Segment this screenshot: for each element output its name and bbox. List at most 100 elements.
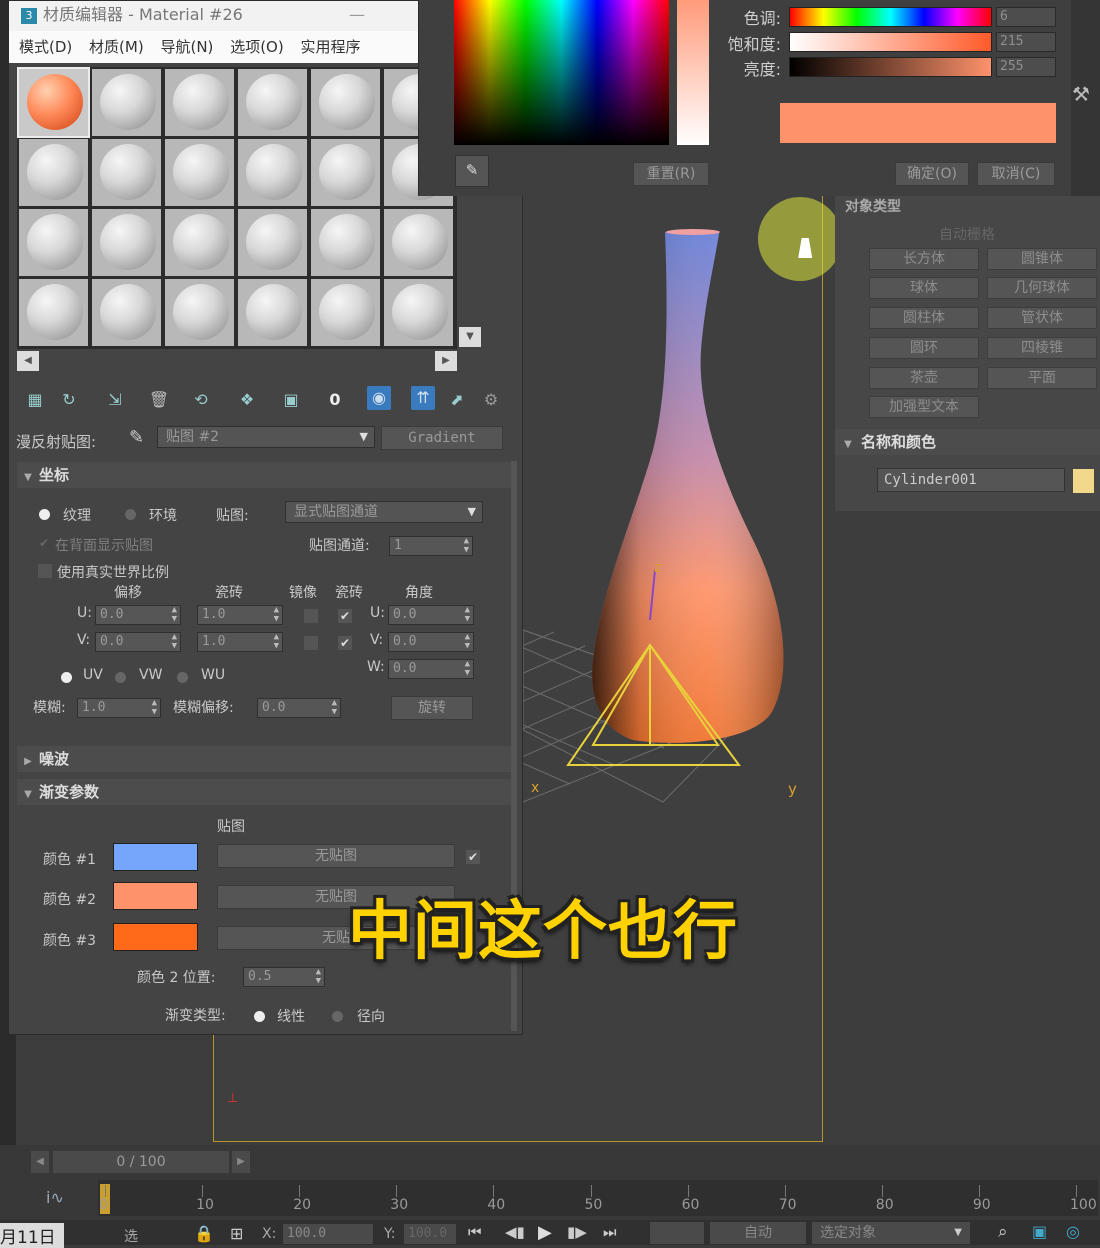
material-id-channel-icon[interactable]: 0 xyxy=(323,388,347,412)
material-sample-slot[interactable] xyxy=(238,139,307,206)
color2-position-spinner[interactable]: 0.5 ▲ ▼ xyxy=(243,967,325,987)
name-color-header[interactable]: ▼ 名称和颜色 xyxy=(835,429,1100,455)
v-tiling-spinner[interactable]: 1.0 ▲ ▼ xyxy=(197,632,283,652)
teapot-button[interactable]: 茶壶 xyxy=(869,367,979,389)
material-sample-slot[interactable] xyxy=(238,209,307,276)
set-key-button[interactable] xyxy=(650,1222,704,1244)
time-slider-next-button[interactable]: ▶ xyxy=(232,1151,250,1173)
assign-material-icon[interactable]: ⇲ xyxy=(103,388,127,412)
map-channel-spinner[interactable]: 1 ▲ ▼ xyxy=(389,536,473,556)
wrench-icon[interactable]: ⚒ xyxy=(1072,82,1090,106)
put-to-library-icon[interactable]: ▣ xyxy=(279,388,303,412)
menu-mode[interactable]: 模式(D) xyxy=(19,38,72,56)
material-sample-slot[interactable] xyxy=(384,209,453,276)
wu-radio[interactable] xyxy=(177,672,188,683)
time-slider[interactable]: 0 / 100 xyxy=(53,1151,229,1173)
eyedropper-icon[interactable]: ✎ xyxy=(129,427,144,448)
rotate-button[interactable]: 旋转 xyxy=(391,696,473,720)
sphere-button[interactable]: 球体 xyxy=(869,277,979,299)
value-spinner[interactable]: 255 xyxy=(996,57,1056,77)
copy-material-icon[interactable]: ⟲ xyxy=(189,388,213,412)
color3-swatch[interactable] xyxy=(113,923,198,951)
vw-radio[interactable] xyxy=(115,672,126,683)
key-filter-dropdown[interactable]: 选定对象 ▼ xyxy=(812,1222,970,1244)
selection-lock-icon[interactable]: 🔒 xyxy=(194,1224,214,1243)
blur-spinner[interactable]: 1.0 ▲ ▼ xyxy=(77,698,161,718)
material-sample-slot[interactable] xyxy=(92,69,161,136)
map-type-button[interactable]: Gradient xyxy=(381,426,503,450)
blur-offset-spinner[interactable]: 0.0 ▲ ▼ xyxy=(257,698,341,718)
curve-editor-icon[interactable]: ⅰ∿ xyxy=(46,1188,64,1207)
minimize-button[interactable]: — xyxy=(349,1,365,29)
u-mirror-checkbox[interactable] xyxy=(303,608,319,624)
material-sample-slot[interactable] xyxy=(311,209,380,276)
material-sample-slot[interactable] xyxy=(384,279,453,346)
color1-map-button[interactable]: 无贴图 xyxy=(217,844,455,868)
geosphere-button[interactable]: 几何球体 xyxy=(987,277,1097,299)
make-unique-material-icon[interactable]: ❖ xyxy=(235,388,259,412)
go-forward-sibling-icon[interactable]: ⚙ xyxy=(479,388,503,412)
color1-swatch[interactable] xyxy=(113,843,198,871)
auto-key-button[interactable]: 自动 xyxy=(710,1222,806,1244)
v-angle-spinner[interactable]: 0.0 ▲ ▼ xyxy=(388,632,474,652)
u-tile-checkbox[interactable]: ✔ xyxy=(337,608,353,624)
color1-map-checkbox[interactable]: ✔ xyxy=(465,849,481,865)
put-to-scene-icon[interactable]: ↻ xyxy=(57,388,81,412)
material-sample-slot[interactable] xyxy=(165,69,234,136)
eyedropper-button[interactable]: ✎ xyxy=(455,155,489,187)
show-shaded-map-icon[interactable]: ◉ xyxy=(367,386,391,410)
next-frame-icon[interactable]: ▮▶ xyxy=(567,1223,587,1241)
go-to-end-icon[interactable]: ⏭ xyxy=(603,1223,617,1241)
previous-frame-icon[interactable]: ◀▮ xyxy=(505,1223,525,1241)
delete-icon[interactable]: 🗑 xyxy=(147,388,171,412)
absolute-mode-icon[interactable]: ⊞ xyxy=(230,1224,243,1243)
slots-scroll-down-button[interactable]: ▼ xyxy=(459,327,481,347)
material-sample-slot[interactable] xyxy=(19,139,88,206)
hue-spinner[interactable]: 6 xyxy=(996,7,1056,27)
saturation-slider[interactable] xyxy=(789,32,992,52)
mapping-dropdown[interactable]: 显式贴图通道 ▼ xyxy=(285,501,483,523)
material-sample-slot[interactable] xyxy=(311,139,380,206)
whiteness-bar[interactable] xyxy=(677,0,709,145)
menu-navigation[interactable]: 导航(N) xyxy=(160,38,213,56)
hue-slider[interactable] xyxy=(789,7,992,27)
go-to-parent-icon[interactable]: ⬈ xyxy=(445,388,469,412)
y-coordinate-field[interactable]: 100.0 xyxy=(404,1224,456,1244)
slots-scroll-left-button[interactable]: ◀ xyxy=(17,351,39,371)
material-sample-slot[interactable] xyxy=(92,279,161,346)
field-of-view-icon[interactable]: ▣ xyxy=(1032,1222,1047,1241)
u-offset-spinner[interactable]: 0.0 ▲ ▼ xyxy=(95,605,181,625)
material-sample-slot[interactable] xyxy=(311,69,380,136)
x-coordinate-field[interactable]: 100.0 xyxy=(283,1224,373,1244)
v-tile-checkbox[interactable]: ✔ xyxy=(337,635,353,651)
tube-button[interactable]: 管状体 xyxy=(987,307,1097,329)
text-plus-button[interactable]: 加强型文本 xyxy=(869,396,979,418)
value-slider[interactable] xyxy=(789,57,992,77)
noise-rollout-header[interactable]: ▶ 噪波 xyxy=(17,746,513,772)
cancel-button[interactable]: 取消(C) xyxy=(977,162,1055,186)
material-sample-slot[interactable] xyxy=(19,279,88,346)
linear-radio[interactable] xyxy=(254,1011,265,1022)
material-sample-slot[interactable] xyxy=(165,209,234,276)
cylinder-button[interactable]: 圆柱体 xyxy=(869,307,979,329)
uv-radio[interactable] xyxy=(61,672,72,683)
color2-swatch[interactable] xyxy=(113,882,198,910)
radial-radio[interactable] xyxy=(332,1011,343,1022)
w-angle-spinner[interactable]: 0.0 ▲ ▼ xyxy=(388,659,474,679)
slots-scroll-right-button[interactable]: ▶ xyxy=(435,351,457,371)
map-name-dropdown[interactable]: 贴图 #2 ▼ xyxy=(157,426,375,448)
box-button[interactable]: 长方体 xyxy=(869,248,979,270)
reset-button[interactable]: 重置(R) xyxy=(633,162,709,186)
material-sample-slot[interactable] xyxy=(19,209,88,276)
coordinates-rollout-header[interactable]: ▼ 坐标 xyxy=(17,462,513,488)
real-world-scale-checkbox[interactable] xyxy=(37,563,53,579)
v-offset-spinner[interactable]: 0.0 ▲ ▼ xyxy=(95,632,181,652)
pyramid-button[interactable]: 四棱锥 xyxy=(987,337,1097,359)
object-type-header[interactable]: 对象类型 xyxy=(845,196,901,216)
play-icon[interactable]: ▶ xyxy=(538,1222,552,1243)
hue-saturation-box[interactable] xyxy=(454,0,669,145)
ok-button[interactable]: 确定(O) xyxy=(895,162,969,186)
material-editor-titlebar[interactable]: 3 材质编辑器 - Material #26 — xyxy=(9,1,419,31)
u-tiling-spinner[interactable]: 1.0 ▲ ▼ xyxy=(197,605,283,625)
show-end-result-icon[interactable]: ⇈ xyxy=(411,386,435,410)
